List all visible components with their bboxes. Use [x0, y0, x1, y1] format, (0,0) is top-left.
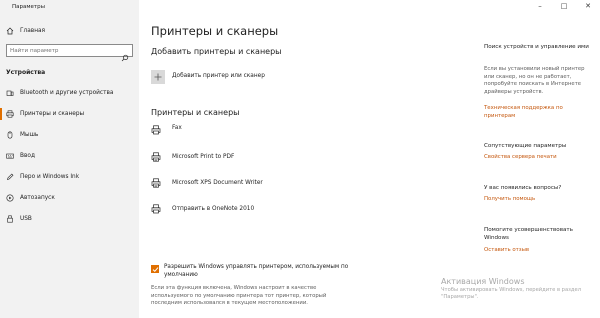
- printer-icon: [151, 204, 161, 214]
- sidebar-item-usb[interactable]: USB: [6, 215, 32, 223]
- fax-icon: [151, 125, 161, 135]
- main-content: Принтеры и сканеры Добавить принтеры и с…: [139, 0, 470, 318]
- questions-heading: У вас появились вопросы?: [484, 185, 562, 191]
- check-icon: [152, 266, 158, 272]
- printer-name: Fax: [172, 124, 182, 131]
- nav-home-label: Главная: [20, 28, 46, 34]
- related-panel: – □ ✕ Поиск устройств и управление ими Е…: [470, 0, 600, 318]
- printer-item-xps[interactable]: Microsoft XPS Document Writer: [151, 178, 263, 188]
- sidebar-item-label: Мышь: [20, 132, 39, 138]
- keyboard-icon: [6, 152, 14, 160]
- get-help-link[interactable]: Получить помощь: [484, 196, 594, 204]
- window-title: Параметры: [12, 4, 45, 10]
- section-devices: Устройства: [6, 69, 46, 76]
- printer-document-icon: [151, 178, 161, 188]
- close-button[interactable]: ✕: [582, 2, 594, 10]
- pen-icon: [6, 173, 14, 181]
- sidebar-item-autoplay[interactable]: Автозапуск: [6, 194, 55, 202]
- sidebar-item-label: Принтеры и сканеры: [20, 111, 85, 117]
- window-controls: – □ ✕: [534, 2, 594, 10]
- sidebar-item-input[interactable]: Ввод: [6, 152, 35, 160]
- printer-support-link[interactable]: Техническая поддержка по принтерам: [484, 105, 594, 120]
- watermark-text: Чтобы активировать Windows, перейдите в …: [441, 287, 582, 300]
- give-feedback-link[interactable]: Оставить отзыв: [484, 247, 594, 255]
- default-printer-label[interactable]: Разрешить Windows управлять принтером, и…: [164, 264, 364, 279]
- add-printer-label[interactable]: Добавить принтер или сканер: [172, 73, 265, 79]
- printers-section-title: Принтеры и сканеры: [151, 108, 240, 117]
- mouse-icon: [6, 131, 14, 139]
- printer-name: Microsoft XPS Document Writer: [172, 180, 263, 186]
- printer-item-pdf[interactable]: Microsoft Print to PDF: [151, 152, 234, 162]
- usb-icon: [6, 215, 14, 223]
- bluetooth-icon: [6, 89, 14, 97]
- sidebar: Параметры Главная Устройства Bluetooth и…: [0, 0, 139, 318]
- search-box[interactable]: [6, 44, 133, 62]
- maximize-button[interactable]: □: [558, 2, 570, 10]
- printer-name: Microsoft Print to PDF: [172, 154, 235, 160]
- printer-item-fax[interactable]: Fax: [151, 125, 182, 135]
- sidebar-item-pen[interactable]: Перо и Windows Ink: [6, 173, 79, 181]
- sidebar-item-printers[interactable]: Принтеры и сканеры: [6, 110, 84, 118]
- search-icon[interactable]: [121, 47, 129, 62]
- sidebar-item-label: Bluetooth и другие устройства: [20, 90, 114, 96]
- print-server-properties-link[interactable]: Свойства сервера печати: [484, 154, 594, 162]
- sidebar-item-mouse[interactable]: Мышь: [6, 131, 38, 139]
- active-indicator: [0, 108, 2, 120]
- printer-name: Отправить в OneNote 2010: [172, 206, 255, 212]
- printer-item-onenote[interactable]: Отправить в OneNote 2010: [151, 204, 254, 214]
- add-section-title: Добавить принтеры и сканеры: [151, 47, 282, 56]
- page-title: Принтеры и сканеры: [151, 24, 279, 38]
- default-printer-checkbox[interactable]: [151, 265, 159, 273]
- printer-document-icon: [151, 152, 161, 162]
- sidebar-item-label: USB: [20, 216, 32, 222]
- watermark-title: Активация Windows: [441, 277, 525, 286]
- home-icon: [6, 27, 14, 35]
- troubleshoot-text: Если вы установили новый принтер или ска…: [484, 66, 585, 95]
- minimize-button[interactable]: –: [534, 2, 546, 10]
- plus-icon: [154, 73, 162, 81]
- autoplay-icon: [6, 194, 14, 202]
- related-settings-heading: Сопутствующие параметры: [484, 143, 567, 149]
- sidebar-item-bluetooth[interactable]: Bluetooth и другие устройства: [6, 89, 113, 97]
- nav-home[interactable]: Главная: [6, 27, 45, 35]
- feedback-heading: Помогите усовершенствовать Windows: [484, 227, 573, 241]
- activation-watermark: Активация Windows Чтобы активировать Win…: [441, 277, 591, 301]
- printer-icon: [6, 110, 14, 118]
- add-printer-button[interactable]: [151, 70, 165, 84]
- default-printer-description: Если эта функция включена, Windows настр…: [151, 285, 327, 307]
- search-input[interactable]: [10, 47, 120, 55]
- sidebar-item-label: Ввод: [20, 153, 35, 159]
- sidebar-item-label: Перо и Windows Ink: [20, 174, 80, 180]
- sidebar-item-label: Автозапуск: [20, 195, 55, 201]
- troubleshoot-heading: Поиск устройств и управление ими: [484, 44, 589, 50]
